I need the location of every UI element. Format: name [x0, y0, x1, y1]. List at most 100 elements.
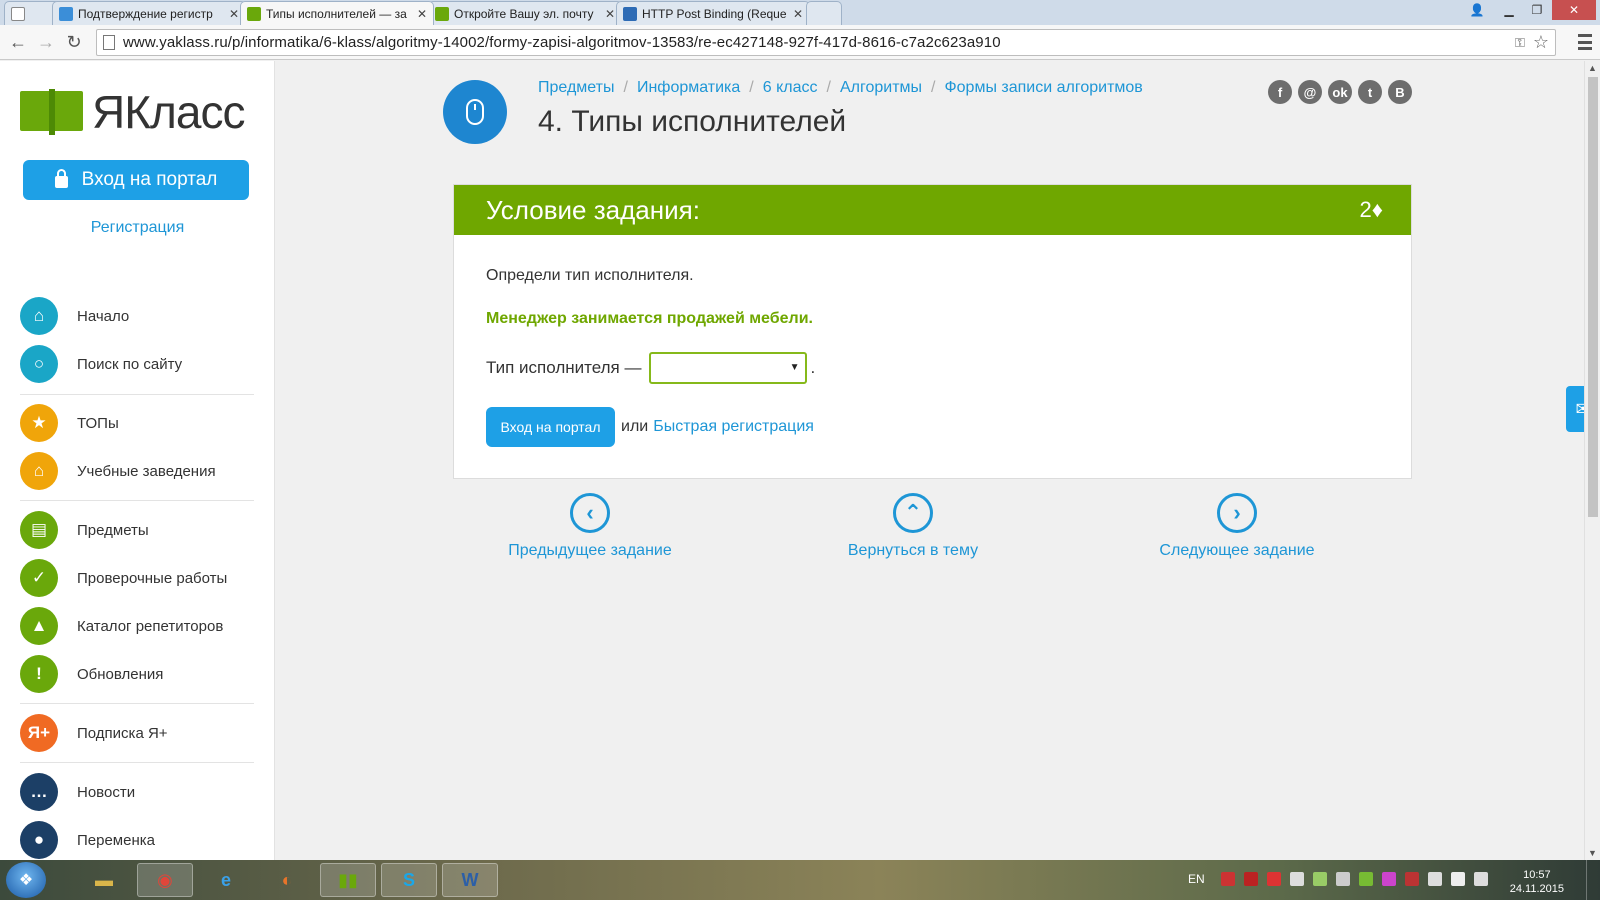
sidebar-item[interactable]: ★ ТОПы	[20, 403, 119, 443]
next-task-nav[interactable]: › Следующее задание	[1117, 493, 1357, 560]
browser-tab[interactable]: Типы исполнителей — за ✕	[240, 1, 434, 25]
vkontakte-icon[interactable]: В	[1388, 80, 1412, 104]
network-icon[interactable]	[1473, 872, 1488, 886]
sidebar-divider	[20, 500, 254, 501]
tray-app-icon[interactable]	[1243, 872, 1258, 886]
sidebar-item[interactable]: ○ Поиск по сайту	[20, 344, 182, 384]
sidebar-item-label: Подписка Я+	[77, 724, 168, 742]
start-button[interactable]: ❖	[6, 862, 46, 898]
browser-toolbar: ← → ↻ www.yaklass.ru/p/informatika/6-kla…	[0, 25, 1600, 60]
address-bar[interactable]: www.yaklass.ru/p/informatika/6-klass/alg…	[96, 29, 1556, 56]
next-task-link[interactable]: Следующее задание	[1159, 542, 1314, 560]
sidebar-item[interactable]: ● Переменка	[20, 820, 155, 860]
logo[interactable]: ЯКласс	[20, 85, 245, 139]
close-tab-icon[interactable]: ✕	[417, 7, 427, 21]
reload-icon[interactable]: ↻	[62, 30, 86, 54]
breadcrumb-link[interactable]: Предметы	[538, 79, 614, 96]
logo-text: ЯКласс	[92, 86, 245, 138]
breadcrumb-link[interactable]: Информатика	[637, 79, 740, 96]
taskbar-explorer-icon[interactable]: ▬	[76, 863, 132, 897]
close-window-button[interactable]: ✕	[1552, 0, 1596, 20]
tray-app-icon[interactable]	[1335, 872, 1350, 886]
task-login-button[interactable]: Вход на портал	[486, 407, 615, 447]
odnoklassniki-icon[interactable]: ok	[1328, 80, 1352, 104]
back-to-topic-link[interactable]: Вернуться в тему	[848, 542, 978, 560]
taskbar-internet-explorer-icon[interactable]: e	[198, 863, 254, 897]
news-icon: …	[20, 773, 58, 811]
bookmark-star-icon[interactable]: ☆	[1533, 32, 1549, 53]
quick-register-link[interactable]: Быстрая регистрация	[653, 418, 814, 436]
taskbar-word-icon[interactable]: W	[442, 863, 498, 897]
volume-icon[interactable]	[1450, 872, 1465, 886]
url-text[interactable]: www.yaklass.ru/p/informatika/6-klass/alg…	[123, 34, 1515, 51]
scroll-down-icon[interactable]: ▼	[1588, 848, 1597, 858]
new-tab-button[interactable]	[806, 1, 842, 25]
twitter-icon[interactable]: t	[1358, 80, 1382, 104]
tray-app-icon[interactable]	[1381, 872, 1396, 886]
close-tab-icon[interactable]: ✕	[793, 7, 803, 21]
back-to-topic-nav[interactable]: ⌃ Вернуться в тему	[793, 493, 1033, 560]
maximize-button[interactable]: ❐	[1524, 0, 1550, 20]
taskbar-yaklass-icon[interactable]: ▮▮	[320, 863, 376, 897]
scroll-up-icon[interactable]: ▲	[1588, 63, 1597, 73]
browser-menu-icon[interactable]	[1578, 34, 1592, 50]
sidebar-item[interactable]: ▤ Предметы	[20, 510, 149, 550]
sidebar-item-label: Поиск по сайту	[77, 355, 183, 373]
tray-app-icon[interactable]	[1266, 872, 1281, 886]
chevron-up-icon[interactable]: ⌃	[893, 493, 933, 533]
minimize-button[interactable]: ▁	[1496, 0, 1522, 20]
language-indicator[interactable]: EN	[1188, 872, 1205, 886]
breadcrumb-link[interactable]: 6 класс	[763, 79, 818, 96]
chevron-right-icon[interactable]: ›	[1217, 493, 1257, 533]
prev-task-nav[interactable]: ‹ Предыдущее задание	[470, 493, 710, 560]
breadcrumb-link[interactable]: Формы записи алгоритмов	[944, 79, 1142, 96]
key-icon[interactable]: ⚿	[1515, 35, 1525, 51]
sidebar-item-label: Новости	[77, 783, 136, 801]
tray-mail-icon[interactable]	[1427, 872, 1442, 886]
register-link[interactable]: Регистрация	[0, 219, 274, 237]
answer-label: Тип исполнителя —	[486, 358, 642, 377]
or-text: или	[621, 418, 649, 435]
tray-app-icon[interactable]	[1358, 872, 1373, 886]
sidebar-item[interactable]: ! Обновления	[20, 654, 163, 694]
tray-app-icon[interactable]	[1289, 872, 1304, 886]
breadcrumb-separator: /	[749, 79, 754, 96]
page-scrollbar[interactable]: ▲ ▼	[1584, 61, 1600, 860]
close-tab-icon[interactable]: ✕	[605, 7, 615, 21]
sidebar-item-label: Начало	[77, 307, 130, 325]
clock[interactable]: 10:57 24.11.2015	[1510, 868, 1564, 896]
forward-icon[interactable]: →	[34, 30, 58, 54]
facebook-icon[interactable]: f	[1268, 80, 1292, 104]
portal-login-label: Вход на портал	[81, 169, 218, 190]
taskbar-chrome-icon[interactable]: ◉	[137, 863, 193, 897]
tray-app-icon[interactable]	[1404, 872, 1419, 886]
social-share-bar: f @ ok t В	[1268, 80, 1418, 104]
chevron-left-icon[interactable]: ‹	[570, 493, 610, 533]
sidebar-item[interactable]: … Новости	[20, 772, 135, 812]
browser-tab[interactable]: Подтверждение регистр ✕	[52, 1, 246, 25]
portal-login-button[interactable]: Вход на портал	[23, 160, 249, 200]
back-icon[interactable]: ←	[6, 30, 30, 54]
browser-tab[interactable]: HTTP Post Binding (Reque ✕	[616, 1, 810, 25]
sidebar-item[interactable]: ⌂ Учебные заведения	[20, 451, 216, 491]
sidebar-item[interactable]: ▲ Каталог репетиторов	[20, 606, 223, 646]
task-instruction: Определи тип исполнителя.	[486, 267, 694, 284]
taskbar-skype-icon[interactable]: S	[381, 863, 437, 897]
mail-ru-icon[interactable]: @	[1298, 80, 1322, 104]
sidebar-item[interactable]: ✓ Проверочные работы	[20, 558, 227, 598]
sidebar-item[interactable]: Я+ Подписка Я+	[20, 713, 168, 753]
tab-favicon-icon	[623, 6, 637, 21]
user-icon[interactable]: 👤	[1464, 0, 1490, 20]
browser-tab[interactable]: Откройте Вашу эл. почту ✕	[428, 1, 622, 25]
performer-type-select[interactable]: ▼	[649, 352, 808, 384]
sidebar-item[interactable]: ⌂ Начало	[20, 296, 129, 336]
prev-task-link[interactable]: Предыдущее задание	[508, 542, 671, 560]
close-tab-icon[interactable]: ✕	[229, 7, 239, 21]
show-desktop-button[interactable]	[1586, 860, 1600, 900]
scrollbar-thumb[interactable]	[1588, 77, 1598, 517]
breadcrumb-link[interactable]: Алгоритмы	[840, 79, 922, 96]
tray-app-icon[interactable]	[1312, 872, 1327, 886]
sidebar-item-label: Каталог репетиторов	[77, 617, 224, 635]
tray-app-icon[interactable]	[1220, 872, 1235, 886]
taskbar-firefox-icon[interactable]: ◐	[259, 863, 315, 897]
